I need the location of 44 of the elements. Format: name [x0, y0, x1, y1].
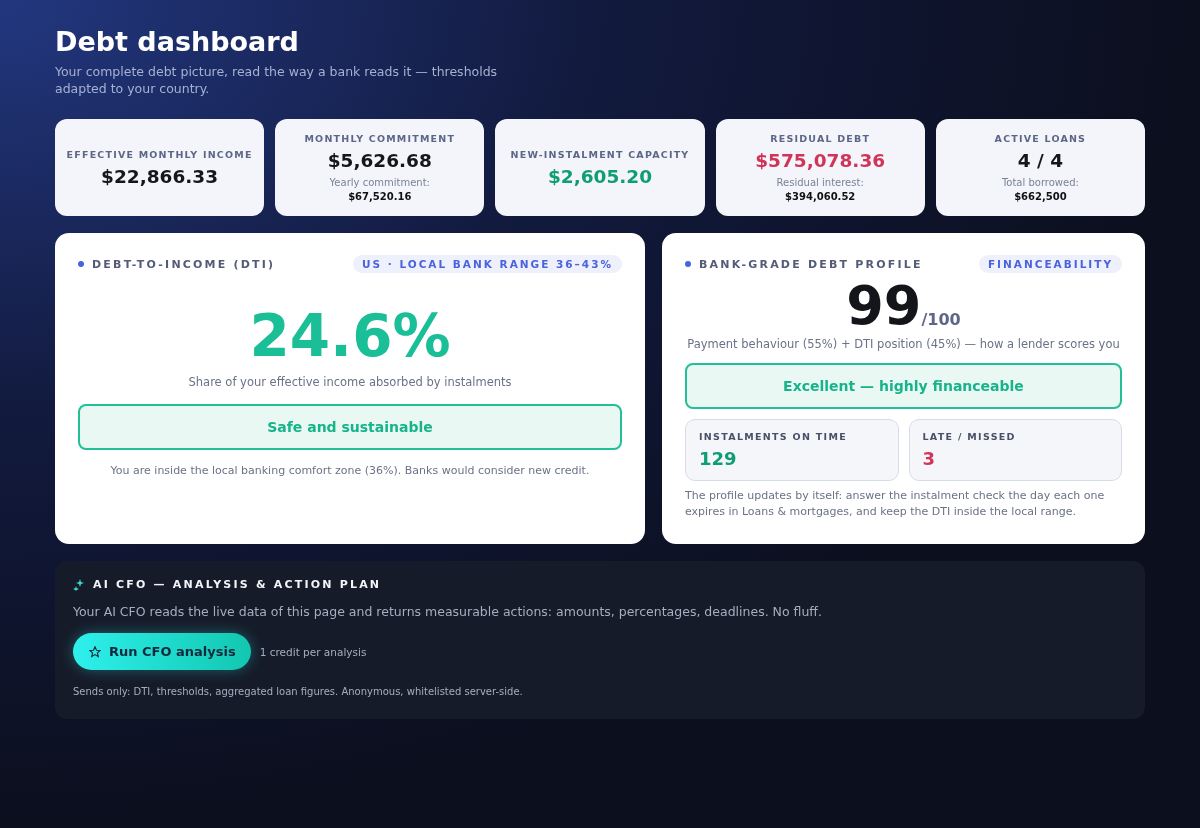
profile-note: The profile updates by itself: answer the instalment check the day each one expires in Loans & mortgages, and keep the DTI inside the local range. — [685, 488, 1106, 519]
stat-note: Total borrowed: — [1001, 177, 1079, 188]
counter-label: LATE / MISSED — [922, 431, 1017, 442]
stat-value: $2,605.20 — [547, 165, 653, 187]
score-value: 99 — [846, 277, 922, 335]
stat-value: $22,866.33 — [101, 165, 219, 187]
run-analysis-button[interactable]: Run CFO analysis — [73, 633, 251, 670]
counter-value: 3 — [922, 448, 937, 469]
stat-note: Yearly commitment: — [329, 177, 430, 188]
privacy-note: Sends only: DTI, thresholds, aggregated loan figures. Anonymous, whitelisted server-side. — [73, 686, 524, 697]
stat-value: $5,626.68 — [327, 150, 432, 171]
stat-note: Residual interest: — [776, 177, 864, 188]
stat-label: ACTIVE LOANS — [994, 133, 1087, 144]
stat-value: 4 / 4 — [1017, 150, 1064, 171]
dti-note: You are inside the local banking comfort zone (36%). Banks would consider new credit. — [109, 464, 591, 477]
stat-value: $575,078.36 — [755, 150, 886, 171]
dti-caption: Share of your effective income absorbed by instalments — [187, 375, 513, 389]
score-max: /100 — [921, 310, 961, 329]
counter-label: INSTALMENTS ON TIME — [699, 431, 848, 442]
stat-note-value: $662,500 — [1014, 191, 1067, 202]
ai-title: AI CFO — ANALYSIS & ACTION PLAN — [93, 578, 382, 591]
counter-value: 129 — [699, 448, 738, 469]
credit-cost: 1 credit per analysis — [259, 645, 367, 658]
star-icon — [89, 645, 101, 658]
stat-label: NEW-INSTALMENT CAPACITY — [510, 148, 690, 160]
score-caption: Payment behaviour (55%) + DTI position (45%) — how a lender scores you — [686, 337, 1121, 351]
page-subtitle: Your complete debt picture, read the way a bank reads it — thresholds adapted to your country. — [55, 63, 499, 97]
panel-title: BANK-GRADE DEBT PROFILE — [699, 257, 923, 271]
stat-label: EFFECTIVE MONTHLY INCOME — [66, 148, 253, 160]
verdict-banner: Safe and sustainable — [78, 404, 622, 450]
ai-description: Your AI CFO reads the live data of this page and returns measurable actions: amounts, percentages, deadlines. No fluff. — [73, 604, 823, 619]
range-badge: US · LOCAL BANK RANGE 36–43% — [353, 255, 622, 273]
stat-label: RESIDUAL DEBT — [770, 133, 871, 144]
verdict-banner: Excellent — highly financeable — [685, 363, 1122, 409]
bullet-dot — [78, 261, 84, 267]
stat-label: MONTHLY COMMITMENT — [304, 133, 456, 144]
page-title: Debt dashboard — [55, 26, 300, 57]
dti-value: 24.6% — [248, 301, 452, 371]
bullet-dot — [685, 261, 691, 267]
sparkle-icon — [73, 578, 85, 591]
stat-note-value: $394,060.52 — [785, 191, 856, 202]
range-badge: FINANCEABILITY — [978, 255, 1122, 273]
stat-note-value: $67,520.16 — [348, 191, 412, 202]
panel-title: DEBT-TO-INCOME (DTI) — [92, 257, 276, 271]
